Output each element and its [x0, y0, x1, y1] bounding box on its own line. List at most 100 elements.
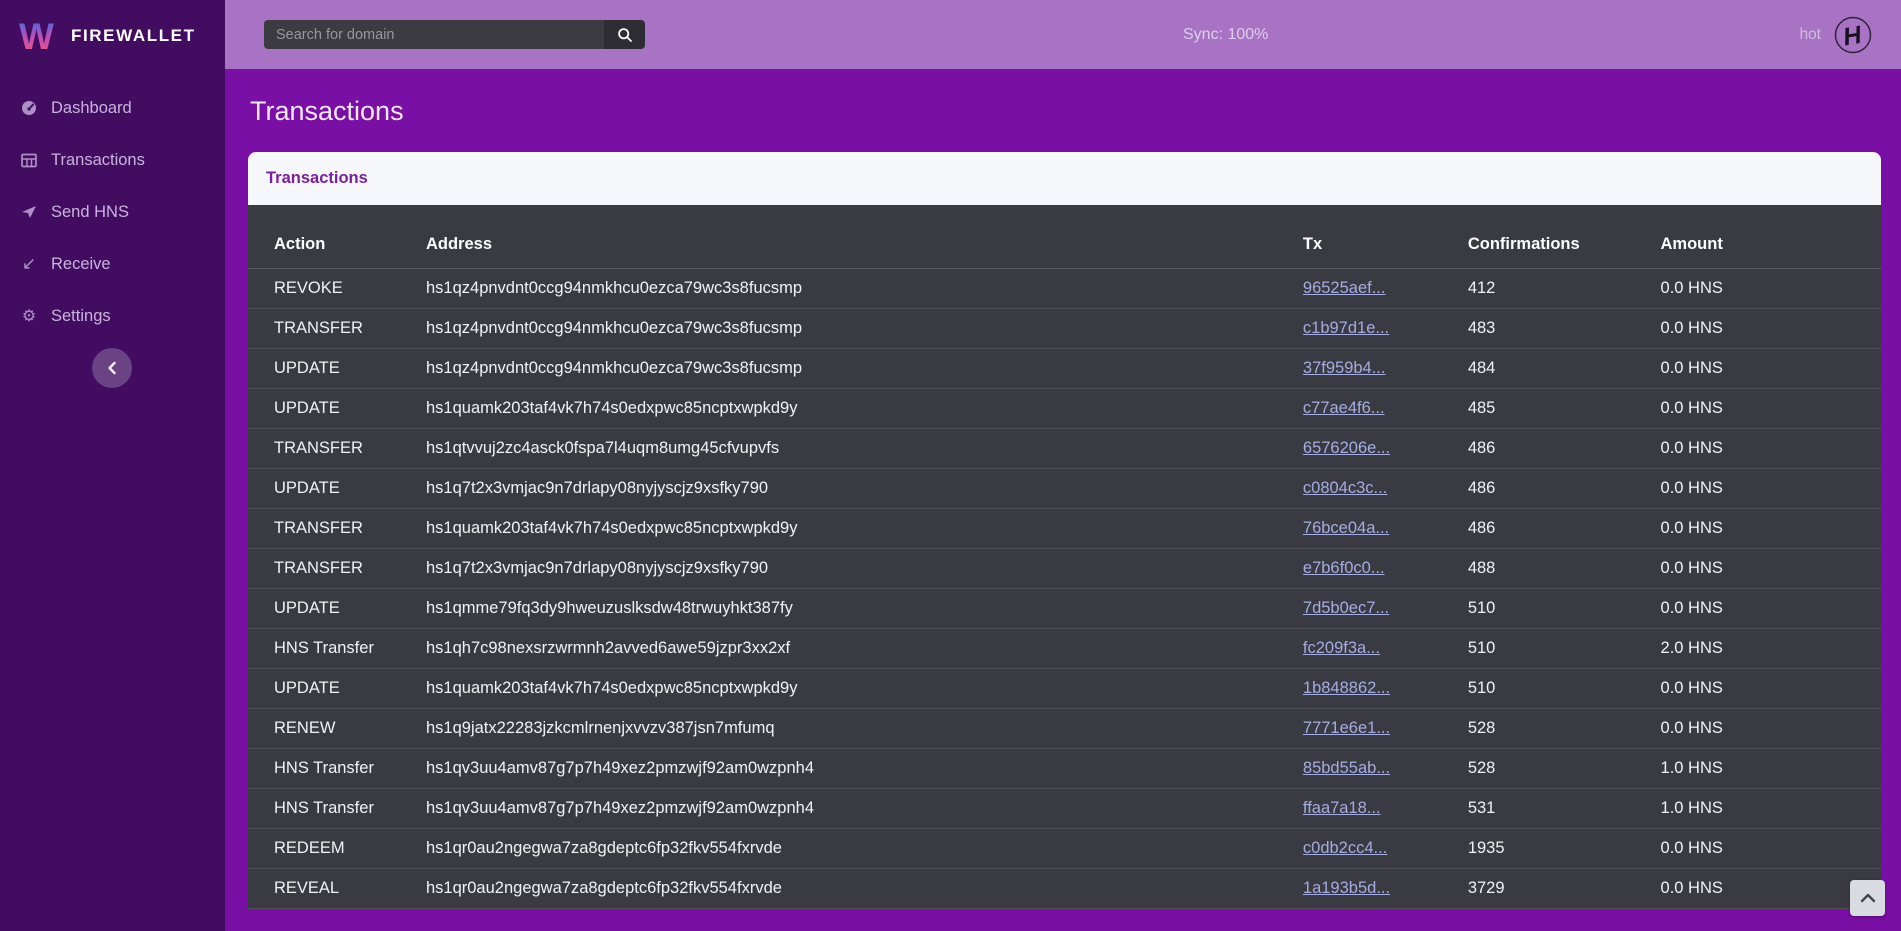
sidebar-item-receive[interactable]: ↙ Receive: [0, 238, 225, 290]
cell-confirmations: 484: [1468, 349, 1661, 389]
sidebar-item-settings[interactable]: ⚙ Settings: [0, 290, 225, 342]
cell-tx: c0db2cc4...: [1303, 829, 1468, 869]
cell-amount: 0.0 HNS: [1661, 509, 1881, 549]
cell-tx: 1b848862...: [1303, 669, 1468, 709]
handshake-icon[interactable]: H: [1834, 16, 1872, 54]
cell-address: hs1qmme79fq3dy9hweuzuslksdw48trwuyhkt387…: [426, 589, 1303, 629]
cell-confirmations: 528: [1468, 749, 1661, 789]
cell-action: HNS Transfer: [248, 629, 426, 669]
tx-link[interactable]: 85bd55ab...: [1303, 759, 1390, 777]
tx-link[interactable]: ffaa7a18...: [1303, 799, 1381, 817]
cell-amount: 1.0 HNS: [1661, 749, 1881, 789]
cell-tx: 37f959b4...: [1303, 349, 1468, 389]
firewallet-logo-icon: W: [18, 16, 60, 56]
transactions-panel: Transactions Action Address Tx Confirmat…: [248, 152, 1881, 909]
cell-address: hs1quamk203taf4vk7h74s0edxpwc85ncptxwpkd…: [426, 669, 1303, 709]
cell-action: TRANSFER: [248, 309, 426, 349]
tx-link[interactable]: c0db2cc4...: [1303, 839, 1387, 857]
cell-action: HNS Transfer: [248, 749, 426, 789]
cell-address: hs1qtvvuj2zc4asck0fspa7l4uqm8umg45cfvupv…: [426, 429, 1303, 469]
cell-amount: 0.0 HNS: [1661, 589, 1881, 629]
search-button[interactable]: [604, 20, 645, 49]
cell-action: UPDATE: [248, 669, 426, 709]
chevron-left-icon: [106, 361, 118, 375]
cell-confirmations: 488: [1468, 549, 1661, 589]
cell-address: hs1quamk203taf4vk7h74s0edxpwc85ncptxwpkd…: [426, 509, 1303, 549]
cell-tx: fc209f3a...: [1303, 629, 1468, 669]
tx-link[interactable]: fc209f3a...: [1303, 639, 1380, 657]
cell-amount: 0.0 HNS: [1661, 429, 1881, 469]
topbar: Sync: 100% hot H: [225, 0, 1901, 69]
tx-link[interactable]: 1b848862...: [1303, 679, 1390, 697]
cell-confirmations: 510: [1468, 669, 1661, 709]
transactions-table: Action Address Tx Confirmations Amount R…: [248, 205, 1881, 909]
table-row: TRANSFER hs1qz4pnvdnt0ccg94nmkhcu0ezca79…: [248, 309, 1881, 349]
sidebar-collapse-button[interactable]: [92, 348, 132, 388]
table-row: UPDATE hs1q7t2x3vmjac9n7drlapy08nyjyscjz…: [248, 469, 1881, 509]
cell-tx: c0804c3c...: [1303, 469, 1468, 509]
cell-amount: 0.0 HNS: [1661, 269, 1881, 309]
tx-link[interactable]: 37f959b4...: [1303, 359, 1386, 377]
cell-action: REVOKE: [248, 269, 426, 309]
table-row: REDEEM hs1qr0au2ngegwa7za8gdeptc6fp32fkv…: [248, 829, 1881, 869]
search-input[interactable]: [264, 20, 604, 49]
svg-text:H: H: [1841, 20, 1865, 51]
cell-confirmations: 531: [1468, 789, 1661, 829]
cell-tx: 1a193b5d...: [1303, 869, 1468, 909]
cell-confirmations: 485: [1468, 389, 1661, 429]
cell-tx: 96525aef...: [1303, 269, 1468, 309]
tx-link[interactable]: c77ae4f6...: [1303, 399, 1385, 417]
tx-link[interactable]: 7d5b0ec7...: [1303, 599, 1389, 617]
send-icon: [19, 205, 39, 219]
cell-amount: 1.0 HNS: [1661, 789, 1881, 829]
cell-tx: c77ae4f6...: [1303, 389, 1468, 429]
table-row: HNS Transfer hs1qv3uu4amv87g7p7h49xez2pm…: [248, 749, 1881, 789]
cell-tx: 85bd55ab...: [1303, 749, 1468, 789]
tx-link[interactable]: c1b97d1e...: [1303, 319, 1389, 337]
sidebar-item-label: Settings: [51, 307, 111, 326]
cell-amount: 0.0 HNS: [1661, 669, 1881, 709]
cell-tx: c1b97d1e...: [1303, 309, 1468, 349]
cell-address: hs1qv3uu4amv87g7p7h49xez2pmzwjf92am0wzpn…: [426, 749, 1303, 789]
sidebar-item-label: Receive: [51, 255, 111, 274]
cell-confirmations: 528: [1468, 709, 1661, 749]
sidebar-item-dashboard[interactable]: Dashboard: [0, 82, 225, 134]
cell-confirmations: 510: [1468, 629, 1661, 669]
cell-amount: 0.0 HNS: [1661, 549, 1881, 589]
cell-address: hs1qr0au2ngegwa7za8gdeptc6fp32fkv554fxrv…: [426, 829, 1303, 869]
tx-link[interactable]: 7771e6e1...: [1303, 719, 1390, 737]
cell-address: hs1qh7c98nexsrzwrmnh2avved6awe59jzpr3xx2…: [426, 629, 1303, 669]
cell-action: TRANSFER: [248, 429, 426, 469]
sidebar-item-send-hns[interactable]: Send HNS: [0, 186, 225, 238]
cell-amount: 0.0 HNS: [1661, 709, 1881, 749]
sidebar-item-label: Transactions: [51, 151, 145, 170]
settings-icon: ⚙: [19, 306, 39, 326]
cell-amount: 0.0 HNS: [1661, 869, 1881, 909]
svg-text:W: W: [19, 16, 54, 56]
column-header-amount: Amount: [1661, 205, 1881, 269]
cell-confirmations: 510: [1468, 589, 1661, 629]
tx-link[interactable]: 1a193b5d...: [1303, 879, 1390, 897]
sidebar-item-transactions[interactable]: Transactions: [0, 134, 225, 186]
transactions-table-body: REVOKE hs1qz4pnvdnt0ccg94nmkhcu0ezca79wc…: [248, 269, 1881, 909]
cell-action: UPDATE: [248, 349, 426, 389]
page-title: Transactions: [250, 96, 1880, 127]
tx-link[interactable]: c0804c3c...: [1303, 479, 1387, 497]
column-header-confirmations: Confirmations: [1468, 205, 1661, 269]
tx-link[interactable]: 76bce04a...: [1303, 519, 1389, 537]
sidebar: W FIREWALLET Dashboard: [0, 0, 225, 931]
tx-link[interactable]: 96525aef...: [1303, 279, 1386, 297]
table-row: REVOKE hs1qz4pnvdnt0ccg94nmkhcu0ezca79wc…: [248, 269, 1881, 309]
cell-action: TRANSFER: [248, 509, 426, 549]
cell-amount: 0.0 HNS: [1661, 389, 1881, 429]
cell-confirmations: 486: [1468, 509, 1661, 549]
scroll-to-top-button[interactable]: [1850, 880, 1885, 916]
cell-tx: 6576206e...: [1303, 429, 1468, 469]
wallet-zone: hot H: [1799, 16, 1872, 54]
cell-address: hs1q7t2x3vmjac9n7drlapy08nyjyscjz9xsfky7…: [426, 469, 1303, 509]
tx-link[interactable]: e7b6f0c0...: [1303, 559, 1385, 577]
wallet-name: hot: [1799, 26, 1821, 44]
cell-action: REVEAL: [248, 869, 426, 909]
cell-address: hs1q9jatx22283jzkcmlrnenjxvvzv387jsn7mfu…: [426, 709, 1303, 749]
tx-link[interactable]: 6576206e...: [1303, 439, 1390, 457]
